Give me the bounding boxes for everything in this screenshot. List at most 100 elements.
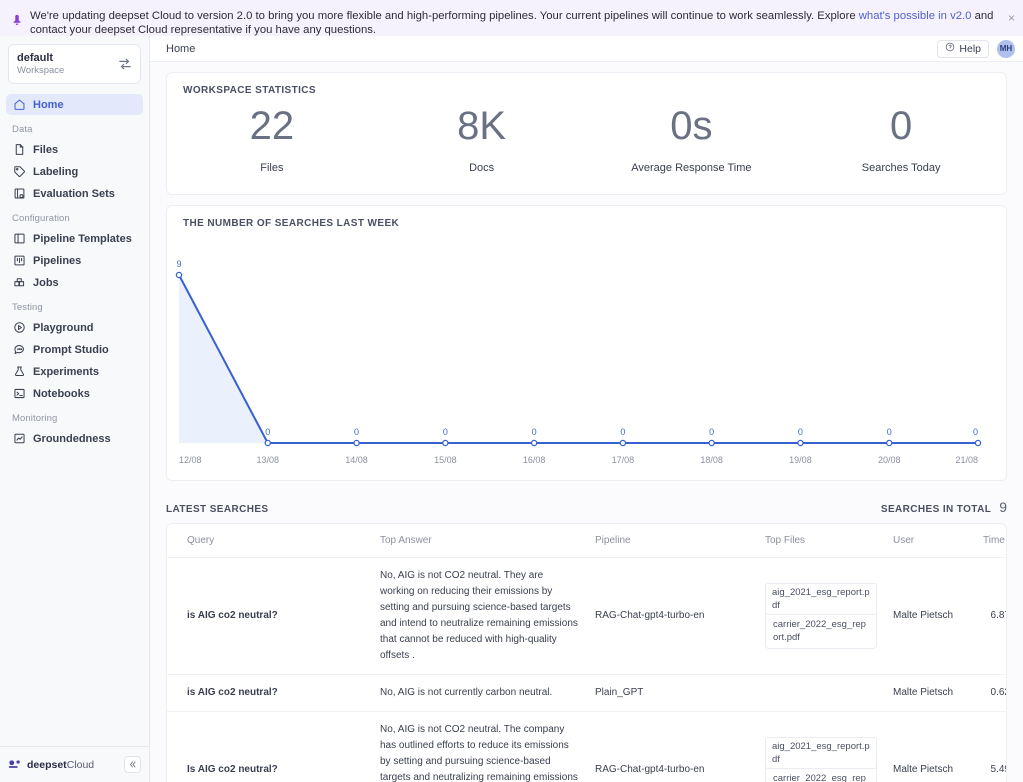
chart-point[interactable] (709, 440, 714, 445)
cell-top-files: aig_2021_esg_report.pdfcarrier_2022_esg_… (757, 558, 885, 675)
chart-point[interactable] (532, 440, 537, 445)
cell-user: Malte Pietsch (885, 712, 975, 782)
chart-point-label: 0 (532, 427, 537, 437)
chart-area (179, 275, 978, 443)
main-content: Home Help MH WORKSPACE STATISTICS 22File… (150, 36, 1023, 782)
file-chip[interactable]: carrier_2022_esg_report.pdf (771, 617, 871, 645)
top-files-box: aig_2021_esg_report.pdfcarrier_2022_esg_… (765, 583, 877, 649)
workspace-statistics-title: WORKSPACE STATISTICS (167, 73, 1006, 96)
sidebar-item-evaluation-sets[interactable]: Evaluation Sets (6, 183, 143, 204)
sidebar-item-home[interactable]: Home (6, 94, 143, 115)
column-header-top-answer: Top Answer (372, 524, 587, 558)
sidebar-item-files[interactable]: Files (6, 139, 143, 160)
workspace-selector[interactable]: default Workspace (8, 44, 141, 84)
workspace-statistics-panel: WORKSPACE STATISTICS 22Files8KDocs0sAver… (166, 72, 1007, 195)
file-chip[interactable]: aig_2021_esg_report.pdf (765, 583, 877, 615)
avatar[interactable]: MH (997, 40, 1015, 58)
file-chip[interactable]: carrier_2022_esg_report.pdf (771, 771, 871, 782)
sidebar-item-notebooks[interactable]: Notebooks (6, 383, 143, 404)
chart-point[interactable] (443, 440, 448, 445)
chart-line (179, 275, 978, 443)
sidebar-item-playground[interactable]: Playground (6, 317, 143, 338)
cell-pipeline: Plain_GPT (587, 675, 757, 712)
sidebar-item-prompt-studio[interactable]: Prompt Studio (6, 339, 143, 360)
chart-x-tick-label: 15/08 (434, 455, 457, 465)
workspace-name: default (17, 52, 118, 65)
chat-icon (12, 343, 26, 357)
sidebar-item-experiments[interactable]: Experiments (6, 361, 143, 382)
sidebar-item-jobs[interactable]: Jobs (6, 272, 143, 293)
workspace-sublabel: Workspace (17, 65, 118, 77)
sidebar-item-labeling[interactable]: Labeling (6, 161, 143, 182)
collapse-sidebar-button[interactable] (124, 756, 141, 773)
chart-point-label: 0 (798, 427, 803, 437)
cell-query: is AIG co2 neutral? (167, 558, 372, 675)
table-row[interactable]: is AIG co2 neutral?No, AIG is not curren… (167, 675, 1007, 712)
brand-light: Cloud (67, 759, 94, 771)
close-icon[interactable]: × (1008, 12, 1015, 24)
chart-point[interactable] (176, 272, 181, 277)
cell-top-files: aig_2021_esg_report.pdf carrier_2022_esg_… (757, 712, 885, 782)
stat-searches-today: 0Searches Today (796, 102, 1006, 174)
searches-total-value: 9 (999, 499, 1007, 515)
cell-top-answer: No, AIG is not currently carbon neutral. (372, 675, 587, 712)
sidebar-item-label: Files (33, 144, 58, 156)
table-row[interactable]: Is AIG co2 neutral?No, AIG is not CO2 ne… (167, 712, 1007, 782)
sidebar-item-label: Playground (33, 322, 94, 334)
chart-svg: 912/08013/08014/08015/08016/08017/08018/… (167, 235, 1008, 480)
chart-point[interactable] (887, 440, 892, 445)
file-chip[interactable]: aig_2021_esg_report.pdf (765, 737, 877, 769)
sidebar-item-label: Experiments (33, 366, 99, 378)
cell-time: 6.87s (975, 558, 1007, 675)
sidebar-item-pipelines[interactable]: Pipelines (6, 250, 143, 271)
chart-point[interactable] (354, 440, 359, 445)
sidebar-group-label-testing: Testing (0, 294, 149, 316)
latest-searches-table-panel: QueryTop AnswerPipelineTop FilesUserTime… (166, 523, 1007, 782)
chart-x-tick-label: 13/08 (257, 455, 280, 465)
chart-x-tick-label: 17/08 (612, 455, 635, 465)
table-header-row: QueryTop AnswerPipelineTop FilesUserTime (167, 524, 1007, 558)
banner-text-before: We're updating deepset Cloud to version … (30, 10, 859, 22)
column-header-query: Query (167, 524, 372, 558)
sidebar-item-label: Notebooks (33, 388, 90, 400)
sidebar-item-groundedness[interactable]: Groundedness (6, 428, 143, 449)
stat-label: Files (167, 162, 377, 174)
chart-point[interactable] (620, 440, 625, 445)
terminal-icon (12, 387, 26, 401)
question-circle-icon (945, 42, 955, 55)
chart-point[interactable] (265, 440, 270, 445)
searches-line-chart: 912/08013/08014/08015/08016/08017/08018/… (167, 235, 1006, 480)
banner-link[interactable]: what's possible in v2.0 (859, 10, 972, 22)
table-row[interactable]: is AIG co2 neutral?No, AIG is not CO2 ne… (167, 558, 1007, 675)
column-header-top-files: Top Files (757, 524, 885, 558)
chart-point[interactable] (798, 440, 803, 445)
cell-pipeline: RAG-Chat-gpt4-turbo-en (587, 558, 757, 675)
sidebar-item-pipeline-templates[interactable]: Pipeline Templates (6, 228, 143, 249)
deepset-logo-icon (8, 758, 23, 771)
sidebar-group-label-configuration: Configuration (0, 205, 149, 227)
chart-point[interactable] (975, 440, 980, 445)
pipeline-icon (12, 254, 26, 268)
chart-point-label: 0 (265, 427, 270, 437)
chart-x-tick-label: 20/08 (878, 455, 901, 465)
stat-value: 8K (377, 102, 587, 150)
column-header-pipeline: Pipeline (587, 524, 757, 558)
chart-x-tick-label: 21/08 (955, 455, 978, 465)
column-header-user: User (885, 524, 975, 558)
stat-files: 22 Files (167, 102, 377, 174)
switch-workspace-icon[interactable] (118, 57, 132, 71)
home-icon (12, 98, 26, 112)
sidebar-item-label: Pipeline Templates (33, 233, 132, 245)
chart-x-tick-label: 19/08 (789, 455, 812, 465)
chart-x-tick-label: 16/08 (523, 455, 546, 465)
statistics-row: 22Files8KDocs0sAverage Response Time0Sea… (167, 96, 1006, 194)
stat-value: 0s (587, 102, 797, 150)
chart-point-label: 0 (887, 427, 892, 437)
help-button[interactable]: Help (937, 40, 989, 58)
stat-value: 22 (167, 102, 377, 150)
template-icon (12, 232, 26, 246)
sidebar-item-label: Evaluation Sets (33, 188, 115, 200)
update-banner: We're updating deepset Cloud to version … (0, 0, 1023, 36)
sidebar-item-label: Pipelines (33, 255, 81, 267)
sidebar-footer: deepsetCloud (0, 746, 149, 782)
